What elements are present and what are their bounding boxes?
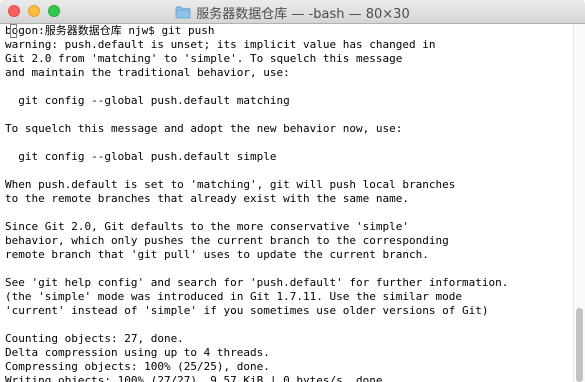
minimize-button[interactable] <box>28 5 40 17</box>
terminal-line-text: When push.default is set to 'matching', … <box>5 178 456 191</box>
terminal-line: Since Git 2.0, Git defaults to the more … <box>5 220 573 234</box>
terminal-line: Compressing objects: 100% (25/25), done. <box>5 360 573 374</box>
terminal-line: Delta compression using up to 4 threads. <box>5 346 573 360</box>
terminal-line-text: Git 2.0 from 'matching' to 'simple'. To … <box>5 52 403 65</box>
terminal-line-text: Writing objects: 100% (27/27), 9.57 KiB … <box>5 374 390 382</box>
maximize-button[interactable] <box>48 5 60 17</box>
terminal-line-text: to the remote branches that already exis… <box>5 192 409 205</box>
terminal-line-text: warning: push.default is unset; its impl… <box>5 38 436 51</box>
scrollbar[interactable] <box>573 24 585 382</box>
terminal-line: behavior, which only pushes the current … <box>5 234 573 248</box>
terminal-line-text: and maintain the traditional behavior, u… <box>5 66 290 79</box>
terminal-line-text: To squelch this message and adopt the ne… <box>5 122 403 135</box>
terminal-line-text: Compressing objects: 100% (25/25), done. <box>5 360 270 373</box>
terminal-line: 'current' instead of 'simple' if you som… <box>5 304 573 318</box>
terminal-line-text: Counting objects: 27, done. <box>5 332 184 345</box>
terminal-line-text: Since Git 2.0, Git defaults to the more … <box>5 220 409 233</box>
terminal-window: 服务器数据仓库 — -bash — 80×30 bogon:服务器数据仓库 nj… <box>0 0 585 382</box>
terminal-line: remote branch that 'git pull' uses to up… <box>5 248 573 262</box>
terminal-line-text: remote branch that 'git pull' uses to up… <box>5 248 429 261</box>
terminal-line: warning: push.default is unset; its impl… <box>5 38 573 52</box>
prompt-command-text: bogon:服务器数据仓库 njw$ git push <box>5 24 215 37</box>
terminal-line: git config --global push.default matchin… <box>5 94 573 108</box>
terminal-content[interactable]: bogon:服务器数据仓库 njw$ git push warning: push… <box>0 24 573 382</box>
terminal-line-text: 'current' instead of 'simple' if you som… <box>5 304 489 317</box>
terminal-line: and maintain the traditional behavior, u… <box>5 66 573 80</box>
window-title-group: 服务器数据仓库 — -bash — 80×30 <box>0 0 585 24</box>
terminal-line: To squelch this message and adopt the ne… <box>5 122 573 136</box>
terminal-line-text: git config --global push.default matchin… <box>5 94 290 107</box>
scrollbar-thumb[interactable] <box>576 308 583 382</box>
prompt-line: bogon:服务器数据仓库 njw$ git push <box>5 24 573 38</box>
terminal-line: See 'git help config' and search for 'pu… <box>5 276 573 290</box>
terminal-line: (the 'simple' mode was introduced in Git… <box>5 290 573 304</box>
close-button[interactable] <box>8 5 20 17</box>
folder-icon <box>175 6 191 19</box>
terminal-line-text: Delta compression using up to 4 threads. <box>5 346 270 359</box>
terminal-line: When push.default is set to 'matching', … <box>5 178 573 192</box>
terminal-line: Git 2.0 from 'matching' to 'simple'. To … <box>5 52 573 66</box>
terminal-line-text: (the 'simple' mode was introduced in Git… <box>5 290 462 303</box>
window-title: 服务器数据仓库 — -bash — 80×30 <box>196 6 410 22</box>
terminal-output: bogon:服务器数据仓库 njw$ git push warning: push… <box>0 24 573 382</box>
terminal-line-text: behavior, which only pushes the current … <box>5 234 449 247</box>
terminal-line: Writing objects: 100% (27/27), 9.57 KiB … <box>5 374 573 382</box>
terminal-line-text: See 'git help config' and search for 'pu… <box>5 276 509 289</box>
title-bar[interactable]: 服务器数据仓库 — -bash — 80×30 <box>0 0 585 24</box>
terminal-line: git config --global push.default simple <box>5 150 573 164</box>
terminal-line: Counting objects: 27, done. <box>5 332 573 346</box>
terminal-line: to the remote branches that already exis… <box>5 192 573 206</box>
terminal-line-text: git config --global push.default simple <box>5 150 277 163</box>
